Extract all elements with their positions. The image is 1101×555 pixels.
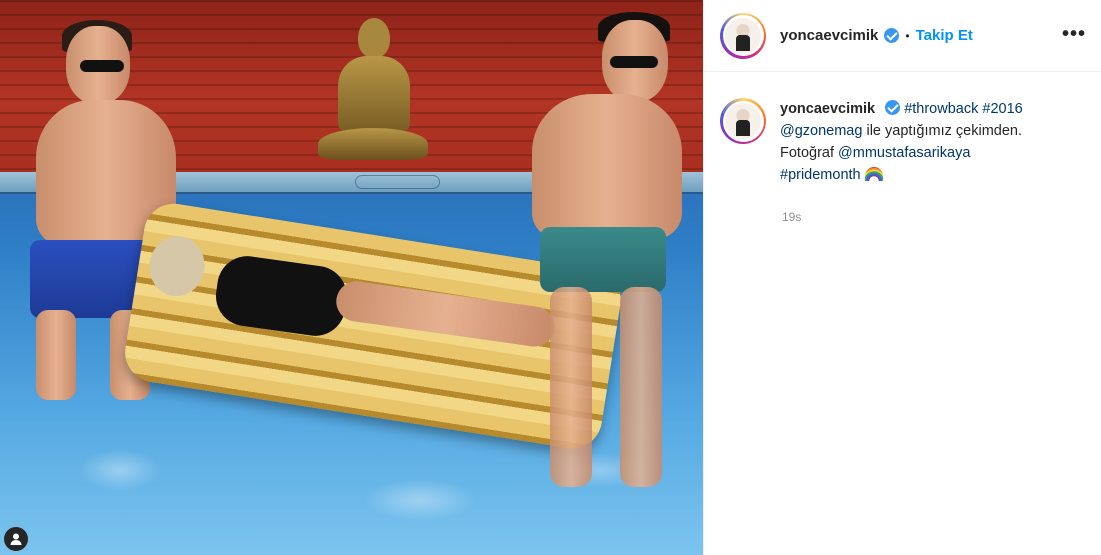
verified-badge-icon	[884, 28, 900, 43]
follow-button[interactable]: Takip Et	[916, 27, 973, 44]
person-icon[interactable]	[4, 527, 28, 551]
person-icon-glyph	[10, 533, 22, 545]
avatar[interactable]	[720, 12, 766, 59]
caption-line-2: ile yaptığımız çekimden.	[862, 123, 1023, 139]
separator-dot: •	[905, 28, 910, 43]
more-options-icon[interactable]: •••	[1062, 24, 1086, 44]
photo-credit-prefix: Fotoğraf	[780, 145, 839, 161]
hashtag-2016[interactable]: #2016	[982, 101, 1022, 117]
caption-avatar[interactable]	[720, 98, 766, 144]
caption-username[interactable]: yoncaevcimik	[780, 101, 875, 117]
mention-gzonemag[interactable]: @gzonemag	[780, 123, 862, 139]
man-right	[490, 12, 700, 492]
header-username[interactable]: yoncaevcimik	[780, 27, 878, 44]
caption: yoncaevcimik #throwback #2016 @gzonemag …	[720, 98, 1090, 186]
post-side-panel: yoncaevcimik • Takip Et ••• yoncaevcimik…	[703, 0, 1101, 555]
hashtag-pridemonth[interactable]: #pridemonth	[780, 167, 861, 183]
caption-verified-badge-icon	[885, 100, 901, 115]
caption-text: yoncaevcimik #throwback #2016 @gzonemag …	[780, 98, 1080, 186]
post-header: yoncaevcimik • Takip Et •••	[704, 0, 1101, 72]
mention-photographer[interactable]: @mmustafasarikaya	[838, 145, 970, 161]
post-timestamp[interactable]: 19s	[782, 210, 801, 224]
hashtag-throwback[interactable]: #throwback	[904, 101, 978, 117]
buddha-statue	[318, 18, 428, 160]
rainbow-emoji-icon	[864, 167, 883, 181]
ledge-logo	[355, 175, 440, 189]
post-image[interactable]	[0, 0, 703, 555]
